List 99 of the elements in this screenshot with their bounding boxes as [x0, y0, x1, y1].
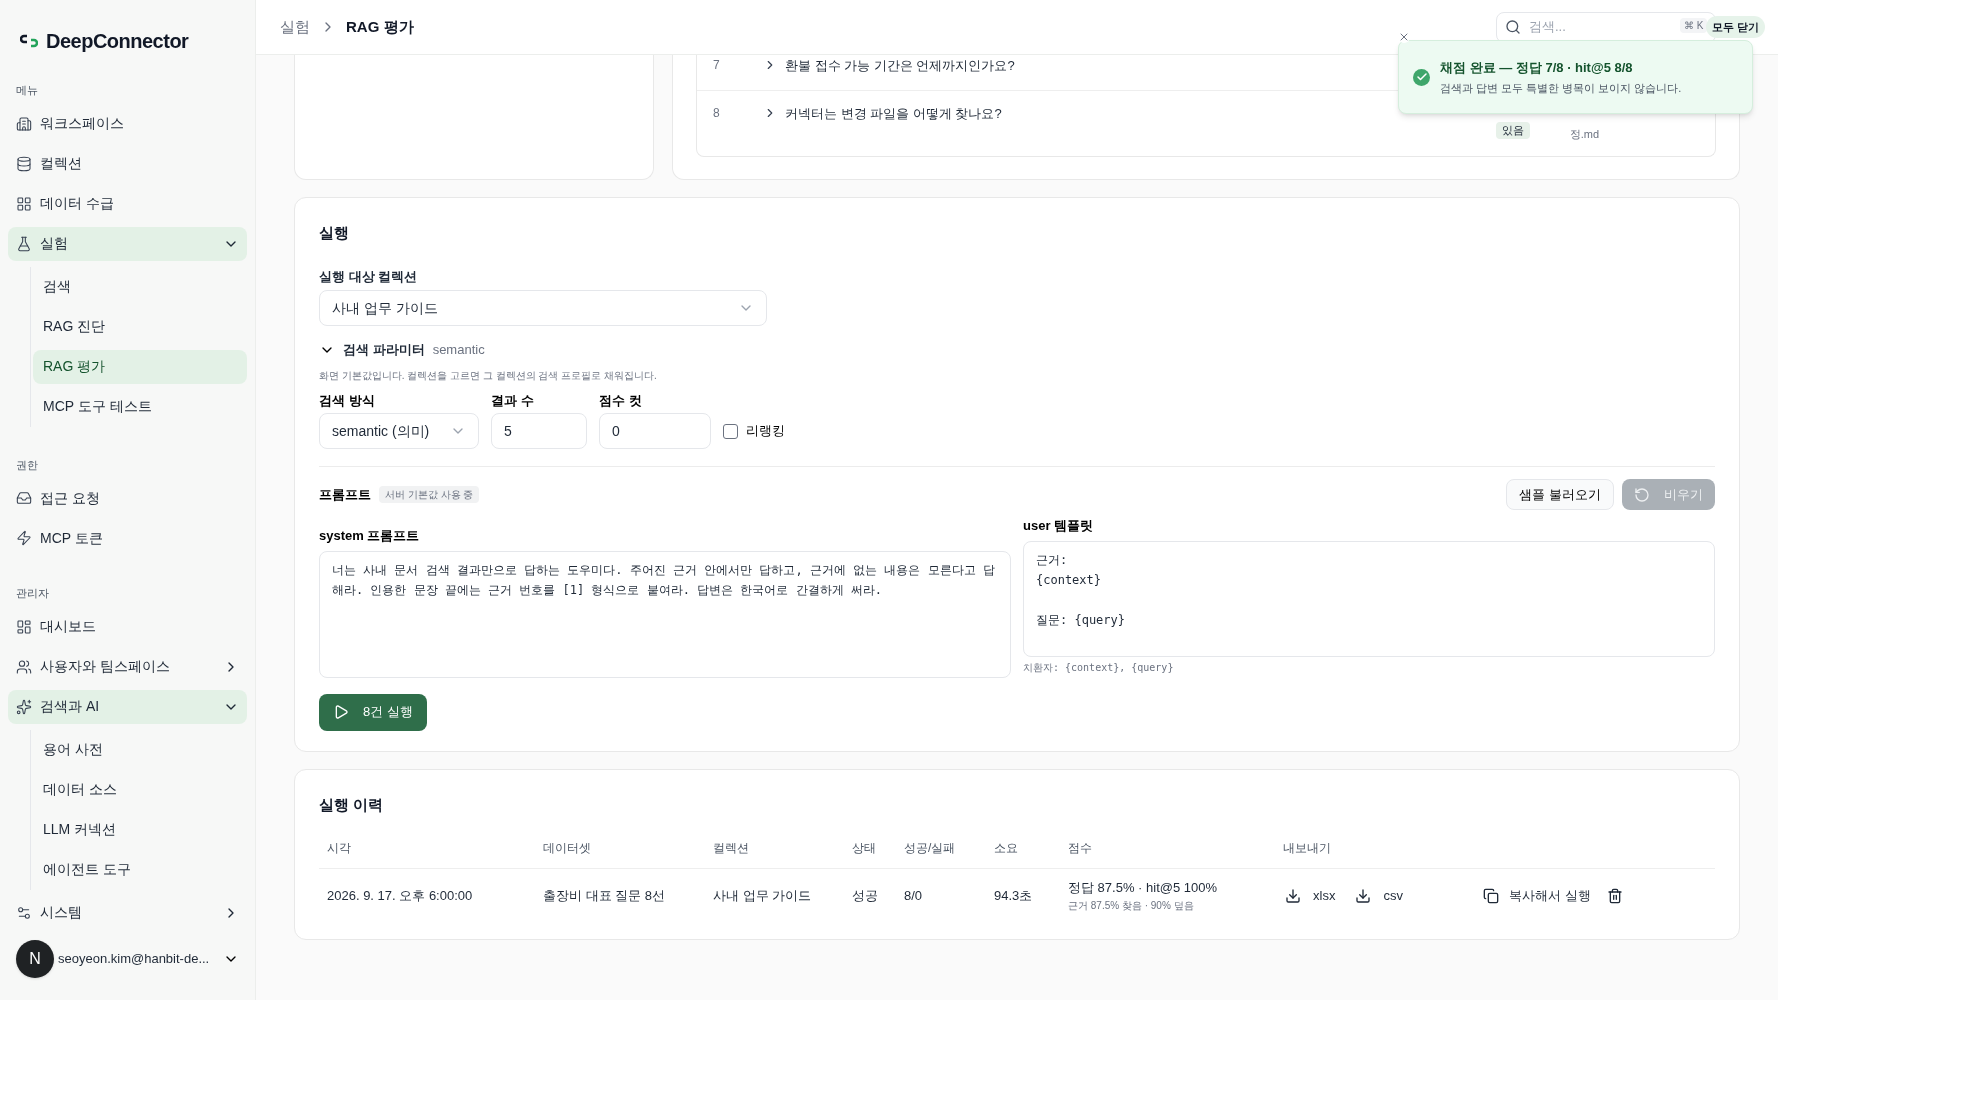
reset-icon — [1634, 486, 1650, 503]
sidebar-subitem[interactable]: LLM 커넥션 — [33, 812, 247, 847]
column-header: 데이터셋 — [543, 841, 591, 855]
sparkle-icon — [16, 698, 32, 715]
system-prompt-field[interactable]: 너는 사내 문서 검색 결과만으로 답하는 도우미다. 주어진 근거 안에서만 답하고, 근거에 없는 내용은 모른다고 답해라. 인용한 문장 끝에는 근거 번호를 [1] 형식으로 붙여라. 답변은 한국어로 간결하게 써라. — [319, 550, 1011, 678]
status-tag: 있음 — [1495, 122, 1530, 139]
section-label: 메뉴 — [15, 83, 39, 98]
search-icon — [1505, 19, 1521, 35]
prompt-title: 프롬프트 — [319, 485, 371, 504]
section-label: 권한 — [15, 457, 39, 473]
logo-icon — [20, 34, 38, 48]
rerank-checkbox[interactable] — [723, 423, 738, 439]
field-label: 결과 수 — [491, 391, 534, 410]
user-avatar[interactable]: N — [16, 939, 54, 978]
score-cut-field[interactable]: 0 — [599, 413, 711, 449]
section-title: 실행 이력 — [319, 794, 384, 815]
toast-message: 검색과 답변 모두 특별한 병목이 보이지 않습니다. — [1440, 81, 1682, 96]
column-header: 상태 — [852, 841, 876, 855]
export-button[interactable]: xlsx — [1275, 880, 1346, 911]
row-number: 8 — [713, 105, 721, 122]
building-icon — [16, 115, 32, 132]
sidebar-item[interactable]: 시스템 — [8, 895, 247, 930]
count-field[interactable]: 5 — [491, 413, 587, 449]
sidebar-subitem[interactable]: 에이전트 도구 — [33, 852, 247, 887]
source-file: 정.md — [1569, 127, 1599, 142]
lightning-icon — [16, 530, 32, 546]
row-number: 7 — [713, 57, 721, 74]
column-header: 내보내기 — [1283, 841, 1331, 855]
column-header: 점수 — [1068, 841, 1092, 855]
table-cell-text: 94.3초 — [994, 886, 1033, 905]
load-sample-button[interactable]: 샘플 불러오기 — [1506, 479, 1614, 510]
checkbox-label: 리랭킹 — [746, 422, 785, 441]
sidebar-item[interactable]: 대시보드 — [8, 609, 247, 644]
collection-select[interactable]: 사내 업무 가이드 — [319, 290, 767, 326]
sidebar-subitem[interactable]: RAG 진단 — [33, 309, 247, 344]
table-cell-text: 성공 — [852, 886, 878, 905]
params-title: 검색 파라미터 — [343, 341, 425, 359]
table-cell-text: 사내 업무 가이드 — [713, 886, 812, 905]
column-header: 성공/실패 — [904, 841, 956, 855]
mode-tag: semantic — [432, 340, 485, 360]
breadcrumb-link[interactable]: 실험 — [280, 15, 310, 39]
download-icon — [1285, 887, 1301, 904]
field-label: 점수 컷 — [599, 391, 642, 410]
field-label: user 템플릿 — [1023, 517, 1094, 535]
sidebar-subitem[interactable]: 검색 — [33, 269, 247, 304]
sidebar-subitem[interactable]: RAG 평가 — [33, 349, 247, 384]
success-icon — [1413, 68, 1430, 86]
flask-icon — [16, 235, 32, 252]
play-icon — [333, 704, 349, 720]
sidebar-item[interactable]: 사용자와 팀스페이스 — [8, 649, 247, 684]
sidebar-item[interactable]: 접근 요청 — [8, 481, 247, 515]
field-label: 실행 대상 컬렉션 — [319, 267, 418, 286]
question-text: 환불 접수 가능 기간은 언제까지인가요? — [785, 57, 1015, 75]
column-header: 컬렉션 — [713, 841, 749, 855]
page-title: RAG 평가 — [346, 16, 414, 37]
sidebar-item[interactable]: 데이터 수급 — [8, 186, 247, 221]
sidebar-item[interactable]: 컬렉션 — [8, 146, 247, 181]
sidebar-item[interactable]: 검색과 AI — [8, 689, 247, 724]
download-icon — [1355, 887, 1372, 904]
status-tag: 서버 기본값 사용 중 — [379, 486, 480, 503]
export-button[interactable]: csv — [1345, 880, 1413, 911]
score-text: 정답 87.5% · hit@5 100% — [1068, 879, 1218, 898]
copy-icon — [1482, 887, 1499, 904]
table-cell-text: 출장비 대표 질문 8선 — [543, 886, 666, 905]
sidebar-subitem[interactable]: 용어 사전 — [33, 732, 247, 767]
table-cell-text: 2026. 9. 17. 오후 6:00:00 — [327, 886, 473, 905]
dashboard-icon — [16, 618, 32, 635]
copy-run-button[interactable]: 복사해서 실행 — [1474, 880, 1599, 911]
hint-text: 치환자: {context}, {query} — [1023, 660, 1174, 675]
close-all-button[interactable]: 모두 닫기 — [1706, 16, 1766, 38]
user-email: seoyeon.kim@hanbit-de... — [58, 949, 211, 968]
sidebar-item[interactable]: 실험 — [8, 226, 247, 261]
params-toggle[interactable]: 검색 파라미터 semantic — [319, 340, 485, 360]
brand-name: DeepConnector — [46, 29, 189, 54]
toast-title: 채점 완료 — 정답 7/8 · hit@5 8/8 — [1440, 58, 1634, 77]
score-detail: 근거 87.5% 찾음 · 90% 덮음 — [1068, 898, 1194, 913]
column-header: 소요 — [994, 841, 1018, 855]
table-cell-text: 8/0 — [904, 886, 923, 905]
section-label: 관리자 — [15, 586, 50, 601]
method-select[interactable]: semantic (의미) — [319, 413, 479, 449]
field-label: 검색 방식 — [319, 391, 375, 410]
sliders-icon — [16, 904, 32, 921]
question-text: 커넥터는 변경 파일을 어떻게 찾나요? — [785, 105, 1002, 123]
users-icon — [16, 658, 32, 675]
user-template-field[interactable]: 근거: {context} 질문: {query} — [1023, 540, 1715, 657]
sidebar-subitem[interactable]: 데이터 소스 — [33, 772, 247, 807]
column-header: 시각 — [327, 841, 351, 855]
inbox-icon — [16, 490, 32, 506]
sidebar-item[interactable]: 워크스페이스 — [8, 106, 247, 141]
shortcut-key: ⌘ K — [1680, 18, 1708, 33]
delete-icon[interactable] — [1606, 887, 1623, 904]
sidebar-item[interactable]: MCP 토큰 — [8, 521, 247, 555]
sidebar-subitem[interactable]: MCP 도구 테스트 — [33, 389, 247, 424]
grid-icon — [16, 195, 32, 212]
run-button[interactable]: 8건 실행 — [319, 693, 427, 731]
field-label: system 프롬프트 — [319, 527, 420, 545]
hint-text: 화면 기본값입니다. 컬렉션을 고르면 그 컬렉션의 검색 프로필로 채워집니다. — [319, 368, 657, 383]
database-icon — [16, 155, 32, 172]
section-title: 실행 — [319, 223, 350, 243]
